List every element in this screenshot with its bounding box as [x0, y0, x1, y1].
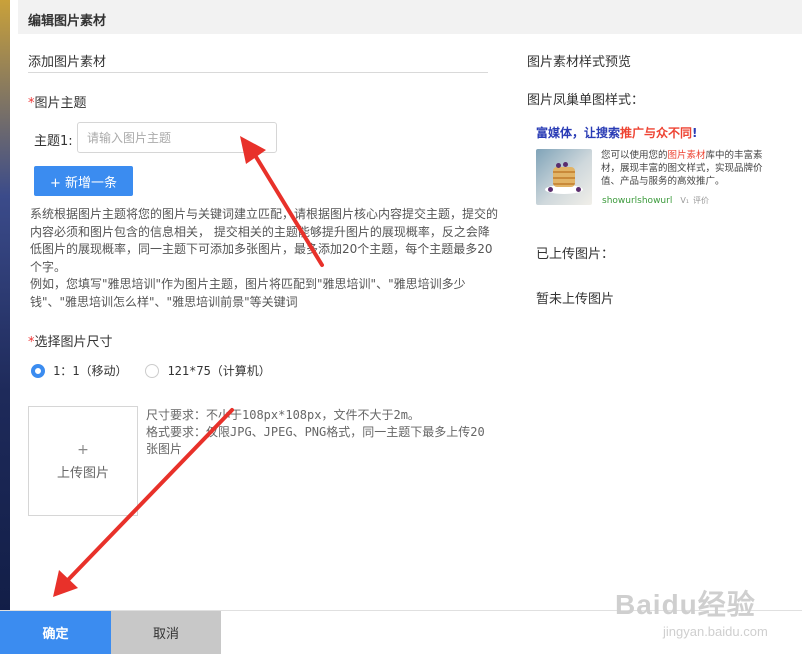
ad-headline-part: 富媒体，让搜索 [536, 126, 621, 140]
description-example: 例如，您填写"雅思培训"作为图片主题，图片将匹配到"雅思培训"、"雅思培训多少钱… [30, 277, 466, 309]
ad-footer: showurlshowurl V₁ 评价 [602, 195, 709, 206]
cancel-button[interactable]: 取消 [111, 611, 221, 654]
berry-shape [556, 163, 561, 168]
size-radio-group: 1：1（移动） 121*75（计算机） [31, 362, 289, 379]
page-title: 编辑图片素材 [28, 14, 107, 29]
topic-input[interactable] [77, 122, 277, 153]
section-title: 添加图片素材 [28, 55, 107, 70]
ad-desc-highlight: 图片素材 [667, 150, 706, 161]
radio-mobile[interactable] [31, 363, 45, 378]
ad-headline: 富媒体，让搜索推广与众不同! [536, 124, 776, 141]
baidu-watermark: Baidu经验 jingyan.baidu.com [615, 583, 795, 653]
ad-vtag: V₁ [680, 196, 690, 205]
section-divider [28, 72, 488, 73]
berry-shape [548, 187, 553, 192]
radio-computer-label[interactable]: 121*75（计算机） [167, 362, 270, 379]
upload-requirements: 尺寸要求：不小于108px*108px，文件不大于2m。 格式要求：仅限JPG、… [146, 407, 486, 458]
preview-style-label: 图片凤巢单图样式： [527, 93, 645, 108]
berry-shape [563, 162, 568, 167]
size-label-text: 选择图片尺寸 [34, 335, 113, 350]
annotation-arrows [53, 136, 324, 597]
upload-label: 上传图片 [56, 465, 109, 481]
format-requirement: 格式要求：仅限JPG、JPEG、PNG格式，同一主题下最多上传20张图片 [146, 425, 485, 456]
topic-input-label: 主题1: [34, 134, 73, 149]
radio-mobile-label[interactable]: 1：1（移动） [53, 362, 127, 379]
confirm-button[interactable]: 确定 [0, 611, 111, 654]
radio-computer[interactable] [145, 363, 160, 378]
ad-preview-card: 富媒体，让搜索推广与众不同! 您可以使用您的图片素材库中的丰富素材，展现丰富的图… [536, 124, 776, 214]
no-images-text: 暂未上传图片 [536, 292, 615, 307]
topic-label: *图片主题 [28, 92, 87, 111]
background-strip [0, 0, 10, 654]
watermark-url: jingyan.baidu.com [663, 624, 768, 639]
ad-headline-end: ! [692, 126, 698, 140]
berry-shape [576, 187, 581, 192]
ad-headline-highlight: 推广与众不同 [620, 126, 693, 140]
pancake-image [536, 149, 592, 205]
plus-icon: + [77, 441, 89, 458]
size-label: *选择图片尺寸 [28, 331, 113, 350]
ad-url: showurlshowurl [602, 196, 673, 206]
upload-image-button[interactable]: + 上传图片 [28, 406, 138, 516]
add-topic-button[interactable]: + 新增一条 [34, 166, 133, 196]
uploaded-images-label: 已上传图片： [536, 247, 615, 262]
topic-label-text: 图片主题 [34, 96, 87, 111]
size-requirement: 尺寸要求：不小于108px*108px，文件不大于2m。 [146, 408, 420, 422]
header-bar: 编辑图片素材 [18, 0, 802, 34]
preview-title: 图片素材样式预览 [527, 55, 632, 70]
description-paragraph: 系统根据图片主题将您的图片与关键词建立匹配，请根据图片核心内容提交主题，提交的内… [30, 207, 499, 274]
ad-rating: 评价 [693, 196, 710, 205]
ad-desc-part: 您可以使用您的 [601, 150, 668, 161]
topic-description: 系统根据图片主题将您的图片与关键词建立匹配，请根据图片核心内容提交主题，提交的内… [30, 206, 498, 311]
arrow-head-confirm [53, 570, 78, 597]
watermark-brand: Baidu经验 [615, 589, 756, 620]
pancake-stack-shape [553, 167, 575, 187]
